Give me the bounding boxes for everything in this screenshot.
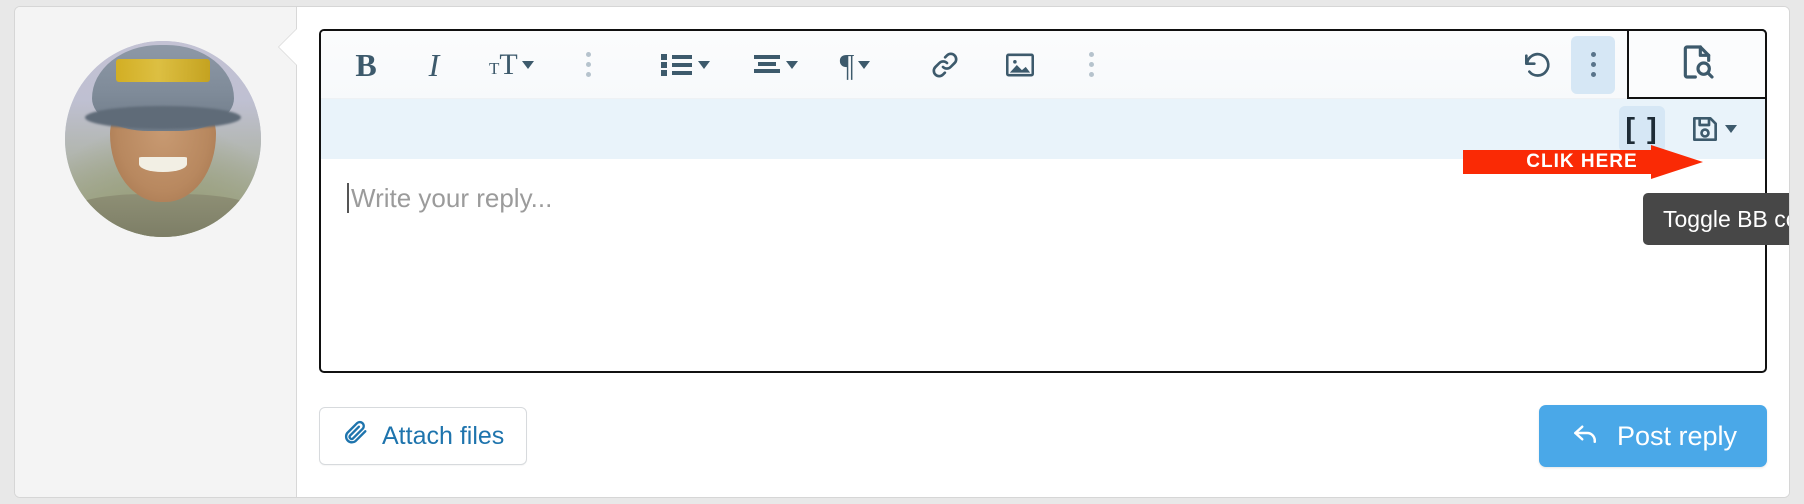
paperclip-icon: [342, 418, 370, 455]
paragraph-button[interactable]: ¶: [834, 43, 877, 87]
chevron-down-icon: [521, 60, 534, 69]
link-icon: [928, 49, 962, 81]
reply-editor-card: B I TT ¶ [] Write your reply... CLIK HE…: [14, 6, 1790, 498]
post-reply-button[interactable]: Post reply: [1538, 405, 1767, 467]
vertical-dots-icon: [1581, 52, 1606, 77]
more-options-button[interactable]: [1571, 35, 1615, 94]
floppy-save-icon: [1689, 113, 1721, 145]
attach-files-label: Attach files: [382, 421, 505, 450]
italic-button[interactable]: I: [415, 43, 453, 87]
more-insert-options-button[interactable]: [1072, 43, 1110, 87]
more-text-options-button[interactable]: [570, 43, 608, 87]
text-align-icon: [752, 51, 782, 79]
bb-code-brackets-icon: [ ]: [1625, 112, 1659, 145]
speech-bubble-notch: [279, 29, 297, 65]
pilcrow-icon: ¶: [839, 46, 855, 83]
reply-arrow-icon: [1569, 418, 1603, 455]
text-cursor: [347, 183, 349, 213]
user-avatar[interactable]: [65, 41, 261, 237]
vertical-dots-icon: [576, 52, 601, 77]
document-preview-icon: [1677, 42, 1717, 87]
reply-text-area[interactable]: Write your reply...: [321, 159, 1765, 367]
insert-image-button[interactable]: [998, 43, 1042, 87]
align-button[interactable]: [746, 43, 804, 87]
image-icon: [1004, 51, 1036, 79]
list-button[interactable]: [654, 43, 716, 87]
avatar-cap-brim: [84, 105, 242, 130]
reply-placeholder: Write your reply...: [351, 183, 553, 213]
chevron-down-icon: [1725, 125, 1737, 133]
editor-toolbar-primary: B I TT ¶: [321, 29, 1767, 99]
rich-text-editor: B I TT ¶ [] Write your reply... CLIK HE…: [319, 29, 1789, 373]
tooltip: Toggle BB code: [1643, 193, 1789, 245]
chevron-down-icon: [785, 60, 798, 69]
avatar-cap-logo: [115, 58, 211, 83]
click-here-annotation-arrow: CLIK HERE: [1463, 145, 1703, 179]
author-column: [15, 7, 297, 497]
font-size-icon: TT: [489, 47, 518, 81]
vertical-dots-icon: [1079, 52, 1104, 77]
preview-button[interactable]: [1627, 29, 1767, 99]
annotation-label: CLIK HERE: [1526, 151, 1638, 172]
undo-button[interactable]: [1513, 43, 1561, 87]
post-reply-label: Post reply: [1616, 420, 1737, 451]
undo-icon: [1519, 49, 1555, 81]
chevron-down-icon: [858, 60, 871, 69]
italic-icon: I: [428, 46, 440, 83]
font-size-button[interactable]: TT: [483, 43, 540, 87]
bold-button[interactable]: B: [347, 43, 385, 87]
attach-files-button[interactable]: Attach files: [319, 407, 528, 465]
editor-column: B I TT ¶ [] Write your reply... CLIK HE…: [297, 7, 1789, 497]
bold-icon: B: [355, 46, 377, 83]
editor-footer: Attach files Post reply: [319, 373, 1767, 477]
chevron-down-icon: [697, 60, 710, 69]
bulleted-list-icon: [660, 51, 694, 79]
insert-link-button[interactable]: [922, 43, 968, 87]
